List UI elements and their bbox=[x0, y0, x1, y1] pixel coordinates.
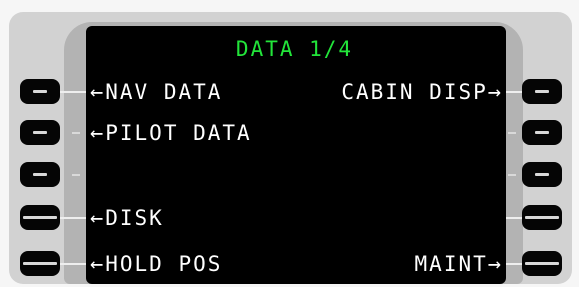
prompt-maint[interactable]: MAINT→ bbox=[415, 252, 503, 277]
lsk-r5[interactable] bbox=[522, 251, 562, 276]
prompt-pilot-data[interactable]: ←PILOT DATA bbox=[90, 121, 252, 146]
lsk-r1[interactable] bbox=[522, 79, 562, 104]
lsk-l2-tick bbox=[72, 132, 80, 134]
lsk-l3-marking bbox=[33, 173, 47, 176]
lsk-l4-marking bbox=[23, 216, 57, 219]
prompt-label: MAINT bbox=[414, 252, 488, 276]
lsk-l2-marking bbox=[33, 131, 47, 134]
lsk-r3[interactable] bbox=[522, 162, 562, 187]
lsk-l4[interactable] bbox=[20, 205, 60, 230]
lsk-l3[interactable] bbox=[20, 162, 60, 187]
lsk-r3-tick bbox=[508, 174, 516, 176]
lsk-r3-marking bbox=[535, 173, 549, 176]
lsk-l1-connector bbox=[60, 91, 86, 93]
prompt-hold-pos[interactable]: ←HOLD POS bbox=[90, 252, 222, 277]
prompt-cabin-disp[interactable]: CABIN DISP→ bbox=[341, 80, 503, 105]
lsk-l5[interactable] bbox=[20, 251, 60, 276]
left-arrow-icon: ← bbox=[90, 121, 106, 146]
left-arrow-icon: ← bbox=[90, 206, 106, 231]
left-arrow-icon: ← bbox=[90, 80, 106, 105]
lsk-r4[interactable] bbox=[522, 205, 562, 230]
prompt-label: DISK bbox=[105, 206, 164, 230]
prompt-disk[interactable]: ←DISK bbox=[90, 206, 164, 231]
lsk-r5-marking bbox=[525, 262, 559, 265]
lsk-l5-marking bbox=[23, 262, 57, 265]
lsk-l1-marking bbox=[33, 90, 47, 93]
lsk-r1-connector bbox=[506, 91, 522, 93]
prompt-label: PILOT DATA bbox=[105, 121, 252, 145]
lsk-l4-connector bbox=[60, 217, 86, 219]
lsk-r4-marking bbox=[525, 216, 559, 219]
page-title: DATA 1/4 bbox=[235, 37, 354, 61]
lsk-l5-connector bbox=[60, 263, 86, 265]
lsk-l3-tick bbox=[72, 174, 80, 176]
lsk-r5-connector bbox=[506, 263, 522, 265]
lsk-l2[interactable] bbox=[20, 120, 60, 145]
right-arrow-icon: → bbox=[487, 252, 503, 277]
prompt-label: HOLD POS bbox=[105, 252, 223, 276]
cdu-screen bbox=[86, 26, 506, 284]
right-arrow-icon: → bbox=[487, 80, 503, 105]
prompt-label: CABIN DISP bbox=[341, 80, 488, 104]
lsk-r2-marking bbox=[535, 131, 549, 134]
lsk-r1-marking bbox=[535, 90, 549, 93]
left-arrow-icon: ← bbox=[90, 252, 106, 277]
lsk-l1[interactable] bbox=[20, 79, 60, 104]
lsk-r2[interactable] bbox=[522, 120, 562, 145]
lsk-r2-tick bbox=[508, 132, 516, 134]
prompt-nav-data[interactable]: ←NAV DATA bbox=[90, 80, 222, 105]
lsk-r4-connector bbox=[506, 217, 522, 219]
prompt-label: NAV DATA bbox=[105, 80, 223, 104]
